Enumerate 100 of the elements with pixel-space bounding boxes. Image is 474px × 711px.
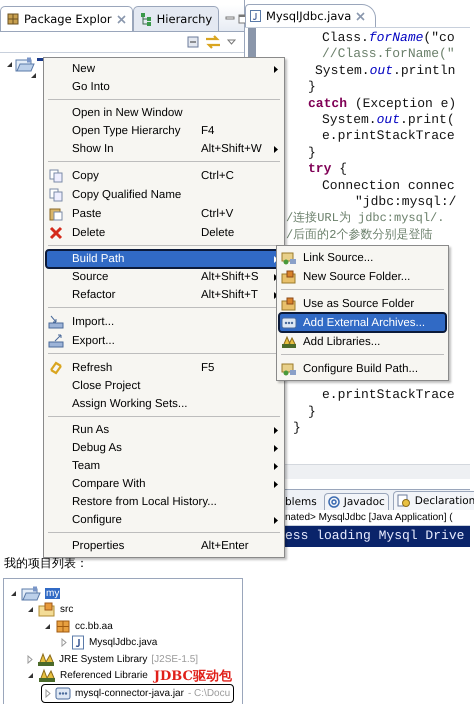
menu-item[interactable]: Delete Delete [46, 223, 282, 242]
menu-item[interactable]: Team [46, 457, 282, 475]
code-line: System.out.print( [322, 112, 455, 128]
view-tab[interactable]: Hierarchy [132, 6, 220, 31]
folder-link-icon [281, 250, 297, 264]
menu-item[interactable]: Paste Ctrl+V [46, 204, 282, 223]
code-line: /连接URL为 jdbc:mysql/. [286, 211, 444, 226]
submenu-arrow-icon [274, 66, 278, 72]
submenu-arrow-icon [274, 146, 278, 152]
export-icon [48, 334, 64, 348]
copy-icon [48, 168, 64, 182]
java-file-icon [71, 635, 85, 650]
view-tab[interactable]: Package Explor [0, 6, 133, 31]
annotation: JDBC驱动包 [154, 668, 232, 685]
menu-item[interactable]: Show In Alt+Shift+W [46, 140, 282, 158]
menu-item[interactable]: Refresh F5 [46, 358, 282, 377]
collapse-arrow-icon[interactable] [27, 606, 34, 614]
tree-item[interactable]: Referenced Librarie [60, 670, 148, 682]
code-line: "jdbc:mysql:/ [355, 194, 456, 210]
close-icon[interactable] [116, 14, 126, 24]
code-line: catch (Exception e) [308, 96, 458, 112]
collapse-arrow-icon[interactable] [10, 590, 17, 597]
source-folder-icon [38, 602, 56, 618]
code-line: Connection connec [322, 178, 455, 193]
paste-icon [48, 206, 64, 220]
menu-item[interactable]: Open Type Hierarchy F4 [46, 122, 282, 140]
menu-item[interactable]: Go Into [46, 78, 282, 96]
editor-tab[interactable]: MysqlJdbc.java [245, 4, 376, 27]
expand-arrow-icon[interactable] [45, 688, 51, 698]
menu-item[interactable]: Export... [46, 331, 282, 350]
expand-arrow-icon[interactable] [61, 638, 67, 648]
library-icon [37, 652, 55, 667]
jar-icon [55, 686, 71, 701]
library-icon [281, 334, 297, 348]
code-line: System.out.println [315, 62, 456, 78]
code-line: } [308, 404, 317, 420]
delete-icon [48, 226, 64, 240]
tree-item[interactable]: my [45, 588, 60, 599]
jar-icon [281, 316, 297, 330]
source-folder-icon [281, 270, 297, 284]
overview-ruler [248, 28, 256, 58]
collapse-arrow-icon[interactable] [44, 622, 51, 630]
collapse-arrow-icon[interactable] [30, 72, 37, 79]
source-folder-icon [281, 296, 297, 310]
collapse-arrow-icon[interactable] [27, 672, 34, 680]
close-icon[interactable] [356, 12, 366, 20]
menu-item[interactable]: Use as Source Folder [279, 294, 446, 313]
menu-item[interactable]: Run As [46, 421, 282, 439]
tree-item[interactable]: src [60, 604, 74, 616]
tree-item-detail: [J2SE-1.5] [151, 654, 198, 665]
submenu-arrow-icon [274, 480, 278, 488]
code-line: //Class.forName(" [322, 46, 455, 62]
code-line: /后面的2个参数分别是登陆 [286, 228, 432, 242]
package-icon [7, 13, 19, 25]
submenu-arrow-icon [274, 462, 278, 470]
tree-item[interactable]: JRE System Library [59, 654, 148, 665]
submenu-arrow-icon [274, 516, 278, 524]
package-icon [55, 618, 71, 634]
import-icon [48, 314, 64, 328]
code-line: try { [308, 161, 348, 178]
menu-item[interactable]: Copy Ctrl+C [46, 166, 282, 185]
menu-item[interactable]: Debug As [46, 439, 282, 457]
tree-item-detail: - C:\Docu [188, 688, 230, 699]
menu-item[interactable]: Copy Qualified Name [46, 185, 282, 204]
declaration-icon [396, 494, 411, 508]
hierarchy-icon [140, 12, 152, 26]
menu-item[interactable]: New [46, 60, 282, 78]
menu-item[interactable]: Close Project [46, 377, 282, 395]
code-line: } [293, 420, 301, 436]
view-tab[interactable]: Javadoc [324, 493, 389, 510]
code-line: Class.forName("co [322, 30, 455, 45]
tree-item[interactable]: mysql-connector-java.jar [75, 688, 184, 699]
code-line: } [308, 144, 317, 162]
caption: 我的项目列表： [3, 555, 89, 572]
menu-item[interactable]: Configure Build Path... [279, 359, 446, 378]
menu-item[interactable]: Add Libraries... [279, 332, 446, 351]
menu-item[interactable]: Assign Working Sets... [46, 395, 282, 413]
tree-item[interactable]: MysqlJdbc.java [89, 637, 158, 648]
code-line: e.printStackTrace [322, 128, 455, 144]
menu-item[interactable]: Link Source... [279, 248, 446, 267]
folder-link-icon [281, 362, 297, 376]
view-menu-icon[interactable] [227, 39, 236, 45]
copy-icon [48, 188, 64, 202]
submenu-arrow-icon [274, 444, 278, 452]
code-line: e.printStackTrace [322, 387, 455, 402]
menu-item[interactable]: Compare With [46, 475, 282, 493]
menu-item[interactable]: New Source Folder... [279, 267, 446, 286]
expand-arrow-icon[interactable] [27, 654, 33, 664]
menu-item[interactable]: Open in New Window [46, 104, 282, 122]
java-file-icon [250, 10, 261, 22]
code-line: } [308, 79, 317, 96]
menu-item[interactable]: Restore from Local History... [46, 493, 282, 511]
collapse-arrow-icon[interactable] [6, 61, 13, 68]
collapse-all-icon[interactable] [187, 36, 199, 48]
project-folder-icon [15, 57, 35, 72]
menu-item[interactable]: Import... [46, 312, 282, 331]
menu-item[interactable]: Add External Archives... [279, 313, 446, 332]
submenu-arrow-icon [274, 426, 278, 434]
tree-item[interactable]: cc.bb.aa [75, 620, 113, 632]
project-folder-icon [21, 586, 41, 601]
